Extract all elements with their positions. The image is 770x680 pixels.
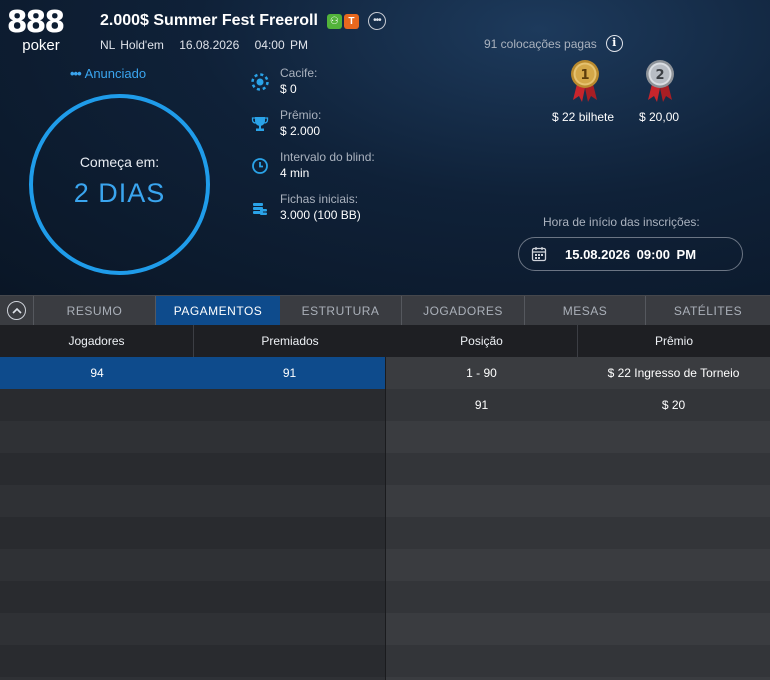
prize-label: Prêmio: (280, 108, 322, 122)
registration-label: Hora de início das inscrições: (543, 215, 700, 229)
payout-prize: $ 22 Ingresso de Torneio (607, 366, 740, 380)
status-dots-icon: ••• (70, 66, 82, 81)
tab-estrutura[interactable]: ESTRUTURA (280, 295, 402, 326)
registration-datetime: 15.08.2026 09:00 PM (565, 246, 697, 262)
paid-places-text: 91 colocações pagas (484, 36, 597, 51)
tab-bar: RESUMO PAGAMENTOS ESTRUTURA JOGADORES ME… (0, 295, 770, 326)
first-rank-number: 1 (580, 68, 589, 83)
tournament-title: 2.000$ Summer Fest Freeroll (100, 12, 318, 29)
tab-resumo[interactable]: RESUMO (34, 295, 156, 326)
start-date: 16.08.2026 (179, 38, 240, 52)
info-buyin: Cacife: $ 0 (250, 66, 317, 97)
info-icon[interactable]: i (605, 35, 623, 52)
header-posicao: Posição (386, 325, 578, 357)
chevron-up-icon (7, 301, 26, 320)
header-premio: Prêmio (654, 334, 693, 348)
players-count: 94 (90, 366, 104, 380)
first-place-prize: $ 22 bilhete (552, 110, 615, 124)
gold-medal-icon: 1 (567, 58, 603, 104)
game-type: NL Hold'em (100, 38, 164, 52)
title-row: 2.000$ Summer Fest Freeroll ⚇ T ••• (100, 11, 386, 31)
tab-mesas[interactable]: MESAS (525, 295, 646, 326)
paid-places: 91 colocações pagas i (484, 35, 623, 52)
payouts-table-header: Jogadores Premiados Posição Prêmio (0, 325, 770, 357)
status-text: Anunciado (84, 66, 147, 81)
trophy-icon (250, 114, 270, 134)
buyin-label: Cacife: (280, 66, 318, 80)
collapse-button[interactable] (0, 295, 34, 326)
table-row[interactable]: 94 91 (0, 357, 385, 389)
summary-table (0, 357, 385, 680)
info-chips: Fichas iniciais: 3.000 (100 BB) (250, 192, 361, 223)
tournament-subtitle: NL Hold'em 16.08.2026 04:00 PM (100, 38, 318, 52)
start-time: 04:00 PM (254, 38, 308, 52)
prize-value: $ 2.000 (280, 124, 321, 138)
more-options-button[interactable]: ••• (367, 12, 386, 30)
countdown-label: Começa em: (79, 154, 160, 170)
tournament-header: 888 poker 2.000$ Summer Fest Freeroll ⚇ … (0, 0, 770, 295)
blind-value: 4 min (280, 166, 310, 180)
brand-logo: 888 poker (4, 8, 66, 63)
logo-number: 888 (6, 5, 66, 40)
calendar-icon (531, 247, 547, 262)
registration-datetime-box: 15.08.2026 09:00 PM (518, 237, 743, 271)
payout-position: 91 (474, 398, 489, 412)
table-row[interactable]: 1 - 90 $ 22 Ingresso de Torneio (386, 357, 770, 389)
poker-chip-icon (250, 72, 270, 92)
info-blind: Intervalo do blind: 4 min (250, 150, 375, 181)
logo-word: poker (22, 37, 60, 54)
clock-icon (250, 156, 270, 176)
countdown-value: 2 DIAS (73, 178, 166, 208)
second-rank-number: 2 (655, 68, 664, 83)
payout-position: 1 - 90 (466, 366, 497, 380)
awarded-count: 91 (282, 366, 297, 380)
silver-medal-icon: 2 (642, 58, 678, 104)
chips-label: Fichas iniciais: (280, 192, 359, 206)
chips-value: 3.000 (100 BB) (280, 208, 361, 222)
tab-satelites[interactable]: SATÉLITES (646, 296, 770, 326)
header-jogadores: Jogadores (0, 325, 194, 357)
blind-label: Intervalo do blind: (280, 150, 375, 164)
status-badge: ••• Anunciado (70, 66, 146, 81)
header-premiados: Premiados (261, 334, 319, 348)
tab-jogadores[interactable]: JOGADORES (402, 295, 525, 326)
payout-prize: $ 20 (661, 398, 686, 412)
freeroll-badge-icon: ⚇ (326, 13, 342, 29)
buyin-value: $ 0 (280, 82, 297, 96)
second-place-prize: $ 20,00 (639, 110, 680, 124)
info-prize: Prêmio: $ 2.000 (250, 108, 321, 139)
chip-stack-icon (250, 198, 270, 218)
countdown-circle: Começa em: 2 DIAS (29, 94, 210, 275)
table-row[interactable]: 91 $ 20 (386, 389, 770, 421)
tab-pagamentos[interactable]: PAGAMENTOS (156, 295, 280, 326)
ticket-badge-icon: T (343, 13, 359, 29)
